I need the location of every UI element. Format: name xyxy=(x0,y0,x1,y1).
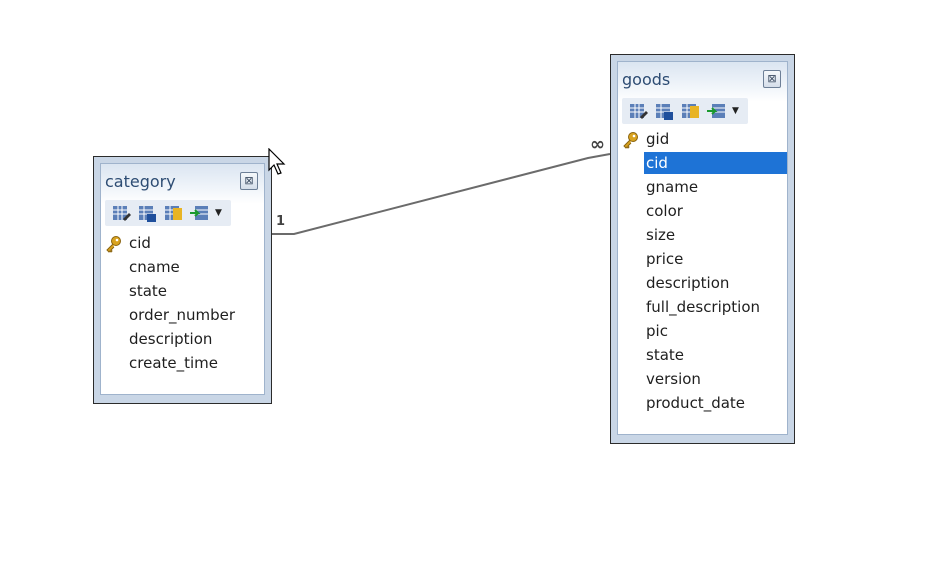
field-name: pic xyxy=(646,322,668,340)
field-row[interactable]: order_number xyxy=(101,304,264,326)
table-import-icon[interactable] xyxy=(189,203,209,223)
field-name: description xyxy=(129,330,213,348)
relationship-many-label: ∞ xyxy=(590,134,605,155)
chevron-down-icon[interactable]: ▼ xyxy=(732,106,742,116)
table-toolbar: ▼ xyxy=(105,200,231,226)
field-name: cname xyxy=(129,258,180,276)
field-name: state xyxy=(129,282,167,300)
field-name: full_description xyxy=(646,298,761,316)
mouse-cursor-icon xyxy=(268,148,286,175)
close-icon[interactable]: ⊠ xyxy=(763,70,781,88)
field-row[interactable]: cname xyxy=(101,256,264,278)
table-key-icon[interactable] xyxy=(680,101,700,121)
table-key-icon[interactable] xyxy=(163,203,183,223)
field-row[interactable]: pic xyxy=(618,320,787,342)
table-edit-icon[interactable] xyxy=(111,203,131,223)
field-name: product_date xyxy=(646,394,746,412)
field-name: cid xyxy=(644,152,787,174)
field-name: price xyxy=(646,250,684,268)
field-row[interactable]: size xyxy=(618,224,787,246)
field-row[interactable]: cid xyxy=(101,232,264,254)
field-name: gid xyxy=(646,130,670,148)
field-name: order_number xyxy=(129,306,236,324)
field-name: size xyxy=(646,226,676,244)
goods-table[interactable]: goods ⊠ ▼ gid cid gname color size price… xyxy=(610,54,795,444)
field-row[interactable]: full_description xyxy=(618,296,787,318)
table-edit-icon[interactable] xyxy=(628,101,648,121)
table-title: category xyxy=(105,172,176,191)
field-row[interactable]: description xyxy=(618,272,787,294)
field-row[interactable]: state xyxy=(618,344,787,366)
field-row[interactable]: product_date xyxy=(618,392,787,414)
table-design-icon[interactable] xyxy=(654,101,674,121)
field-name: version xyxy=(646,370,701,388)
field-row[interactable]: color xyxy=(618,200,787,222)
key-icon xyxy=(105,235,123,253)
field-name: description xyxy=(646,274,730,292)
field-row[interactable]: price xyxy=(618,248,787,270)
field-name: create_time xyxy=(129,354,219,372)
field-name: color xyxy=(646,202,683,220)
table-toolbar: ▼ xyxy=(622,98,748,124)
field-row[interactable]: version xyxy=(618,368,787,390)
close-icon[interactable]: ⊠ xyxy=(240,172,258,190)
table-title: goods xyxy=(622,70,671,89)
field-name: gname xyxy=(646,178,699,196)
table-import-icon[interactable] xyxy=(706,101,726,121)
field-row[interactable]: gid xyxy=(618,128,787,150)
chevron-down-icon[interactable]: ▼ xyxy=(215,208,225,218)
field-name: cid xyxy=(129,234,151,252)
field-row[interactable]: description xyxy=(101,328,264,350)
category-table[interactable]: category ⊠ ▼ cid cname state order_numbe… xyxy=(93,156,272,404)
field-name: state xyxy=(646,346,684,364)
field-row[interactable]: state xyxy=(101,280,264,302)
field-row[interactable]: create_time xyxy=(101,352,264,374)
relationship-one-label: 1 xyxy=(276,214,286,229)
field-row[interactable]: gname xyxy=(618,176,787,198)
key-icon xyxy=(622,131,640,149)
table-design-icon[interactable] xyxy=(137,203,157,223)
field-row-selected[interactable]: cid xyxy=(618,152,787,174)
